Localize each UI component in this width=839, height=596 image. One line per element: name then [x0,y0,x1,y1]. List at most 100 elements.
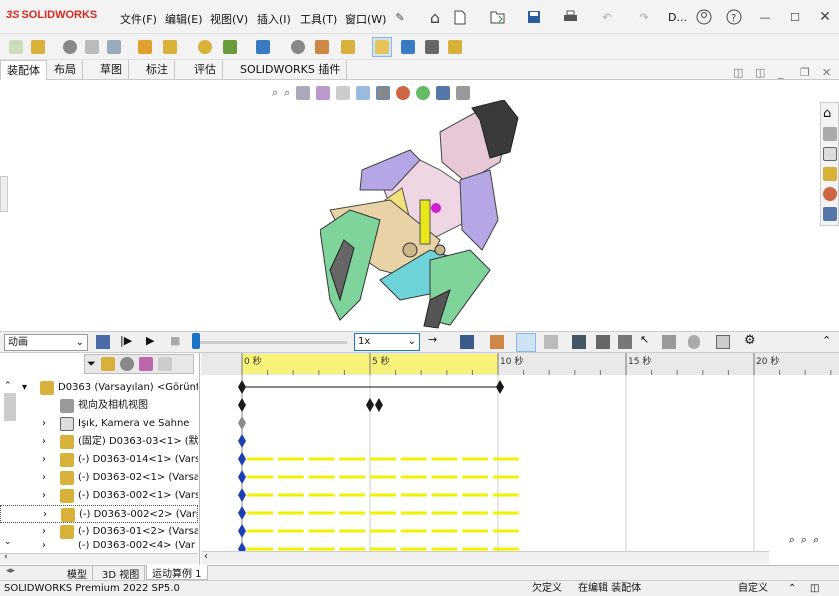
save-animation-icon[interactable] [460,335,474,349]
custom-properties-icon[interactable] [823,207,837,221]
linear-pattern-icon[interactable] [104,37,124,57]
gravity-icon[interactable] [688,335,700,349]
filter-driving-icon[interactable] [119,357,134,371]
user-account-label[interactable]: D... [668,11,687,24]
exploded-view-icon[interactable] [338,37,358,57]
motor-icon[interactable] [572,335,586,349]
undo-icon[interactable]: ↶ [597,8,617,26]
properties-gear-icon[interactable]: ⚙ [744,333,756,348]
calculate-icon[interactable] [96,335,110,349]
graphics-area[interactable]: ⌕ ⌕ ◫ ◫ _ ❐ ✕ ⌂ [0,66,839,330]
tree-item-component[interactable]: › (-) D0363-002<1> (Varsa [0,487,198,505]
file-explorer-icon[interactable] [823,147,837,161]
tab-assembly[interactable]: 装配体 [0,60,47,80]
menu-view[interactable]: 视图(V) [210,11,248,27]
previous-view-icon[interactable] [296,86,311,100]
zoom-out-timeline-icon[interactable]: ⌕ [813,533,819,547]
view-settings-icon[interactable] [456,86,471,100]
zoom-fit-timeline-icon[interactable]: ⌕ [789,533,795,547]
motion-timeline[interactable]: 0 秒 5 秒 10 秒 15 秒 20 秒 ‹ ⌕ ⌕ ⌕ [201,353,839,565]
redo-icon[interactable]: ↷ [634,8,654,26]
move-component-icon[interactable] [160,37,180,57]
force-icon[interactable]: ↖ [640,333,649,346]
stop-icon[interactable]: ■ [170,334,180,347]
view-orientation-icon[interactable] [356,86,371,100]
solidworks-resources-icon[interactable]: ⌂ [823,106,831,121]
menu-tools[interactable]: 工具(T) [300,11,337,27]
menu-insert[interactable]: 插入(I) [257,11,291,27]
tab-3d-views[interactable]: 3D 视图 [97,566,146,581]
window-restore-left-icon[interactable]: ◫ [733,66,743,79]
dynamic-annotation-icon[interactable] [336,86,351,100]
spring-icon[interactable] [596,335,610,349]
collapse-motion-manager-icon[interactable]: ⌃ [822,334,831,347]
animation-wizard-icon[interactable] [490,335,504,349]
appearances-icon[interactable] [823,187,837,201]
window-tile-icon[interactable]: ◫ [755,66,765,79]
tree-horizontal-scrollbar[interactable]: ‹ [0,552,198,564]
tab-layout[interactable]: 布局 [48,60,83,80]
edit-appearance-icon[interactable] [416,86,431,100]
tab-model[interactable]: 模型 [62,566,93,581]
user-icon[interactable] [694,8,714,26]
tab-motion-study-1[interactable]: 运动算例 1 [146,565,208,580]
zoom-to-area-icon[interactable]: ⌕ [284,86,290,100]
zoom-in-timeline-icon[interactable]: ⌕ [801,533,807,547]
play-from-start-icon[interactable]: |▶ [120,334,132,347]
minimize-icon[interactable]: — [755,8,775,26]
tab-markup[interactable]: 标注 [140,60,175,80]
tree-item-assembly-root[interactable]: ▾ D0363 (Varsayılan) <Görüntü [0,379,198,397]
tab-sketch[interactable]: 草图 [94,60,129,80]
study-type-select[interactable]: 动画 ⌄ [4,334,88,351]
scroll-left-icon[interactable]: ‹ [204,551,208,562]
new-motion-study-icon[interactable] [288,37,308,57]
help-icon[interactable]: ? [724,8,744,26]
playback-speed-select[interactable]: 1x ⌄ [354,333,420,351]
large-assembly-mode-icon[interactable] [445,37,465,57]
view-palette-icon[interactable] [823,167,837,181]
playback-slider[interactable] [192,341,347,344]
menu-file[interactable]: 文件(F) [120,11,157,27]
zoom-to-fit-icon[interactable]: ⌕ [272,86,278,100]
tree-item-component[interactable]: › (固定) D0363-03<1> (默认 [0,433,198,451]
pin-icon[interactable]: ✎ [390,8,410,26]
timeline-horizontal-scrollbar[interactable]: ‹ [201,551,769,564]
close-icon[interactable]: ✕ [815,8,835,26]
apply-scene-icon[interactable] [436,86,451,100]
autokey-icon[interactable] [516,333,536,352]
tree-item-component[interactable]: › (-) D0363-01<2> (Varsay [0,523,198,541]
panel-collapse-handle[interactable] [0,176,8,212]
insert-components-icon[interactable] [28,37,48,57]
bill-of-materials-icon[interactable] [312,37,332,57]
tree-item-orientation-camera[interactable]: 视向及相机视图 [0,397,198,415]
section-view-icon[interactable] [316,86,331,100]
results-plots-icon[interactable] [716,335,730,349]
tab-evaluate[interactable]: 评估 [188,60,223,80]
filter-animated-icon[interactable] [100,357,115,371]
tree-item-component[interactable]: › (-) D0363-02<1> (Varsay [0,469,198,487]
doc-close-icon[interactable]: ✕ [822,66,831,79]
open-icon[interactable] [487,8,507,26]
tab-solidworks-addins[interactable]: SOLIDWORKS 插件 [234,60,348,80]
maximize-icon[interactable]: ☐ [785,8,805,26]
timeline-canvas[interactable]: 0 秒 5 秒 10 秒 15 秒 20 秒 [201,353,839,565]
contact-icon[interactable] [662,335,676,349]
mate-icon[interactable] [60,37,80,57]
display-style-icon[interactable] [376,86,391,100]
reference-geometry-icon[interactable] [253,37,273,57]
edit-component-icon[interactable] [6,37,26,57]
doc-minimize-icon[interactable]: _ [778,66,784,79]
assembly-features-icon[interactable] [220,37,240,57]
playback-mode-icon[interactable]: → [428,333,437,346]
collapse-tree-icon[interactable] [157,357,172,371]
update-speedpak-icon[interactable] [398,37,418,57]
menu-edit[interactable]: 编辑(E) [165,11,203,27]
take-snapshot-icon[interactable] [422,37,442,57]
tab-scroll-left-icon[interactable]: ◂▸ [6,566,15,576]
scroll-left-icon[interactable]: ‹ [4,552,8,562]
filter-selected-icon[interactable] [138,357,153,371]
status-info-icon[interactable]: ◫ [810,581,819,596]
unit-system[interactable]: 自定义 [738,581,768,596]
menu-window[interactable]: 窗口(W) [345,11,386,27]
new-document-icon[interactable] [450,8,470,26]
